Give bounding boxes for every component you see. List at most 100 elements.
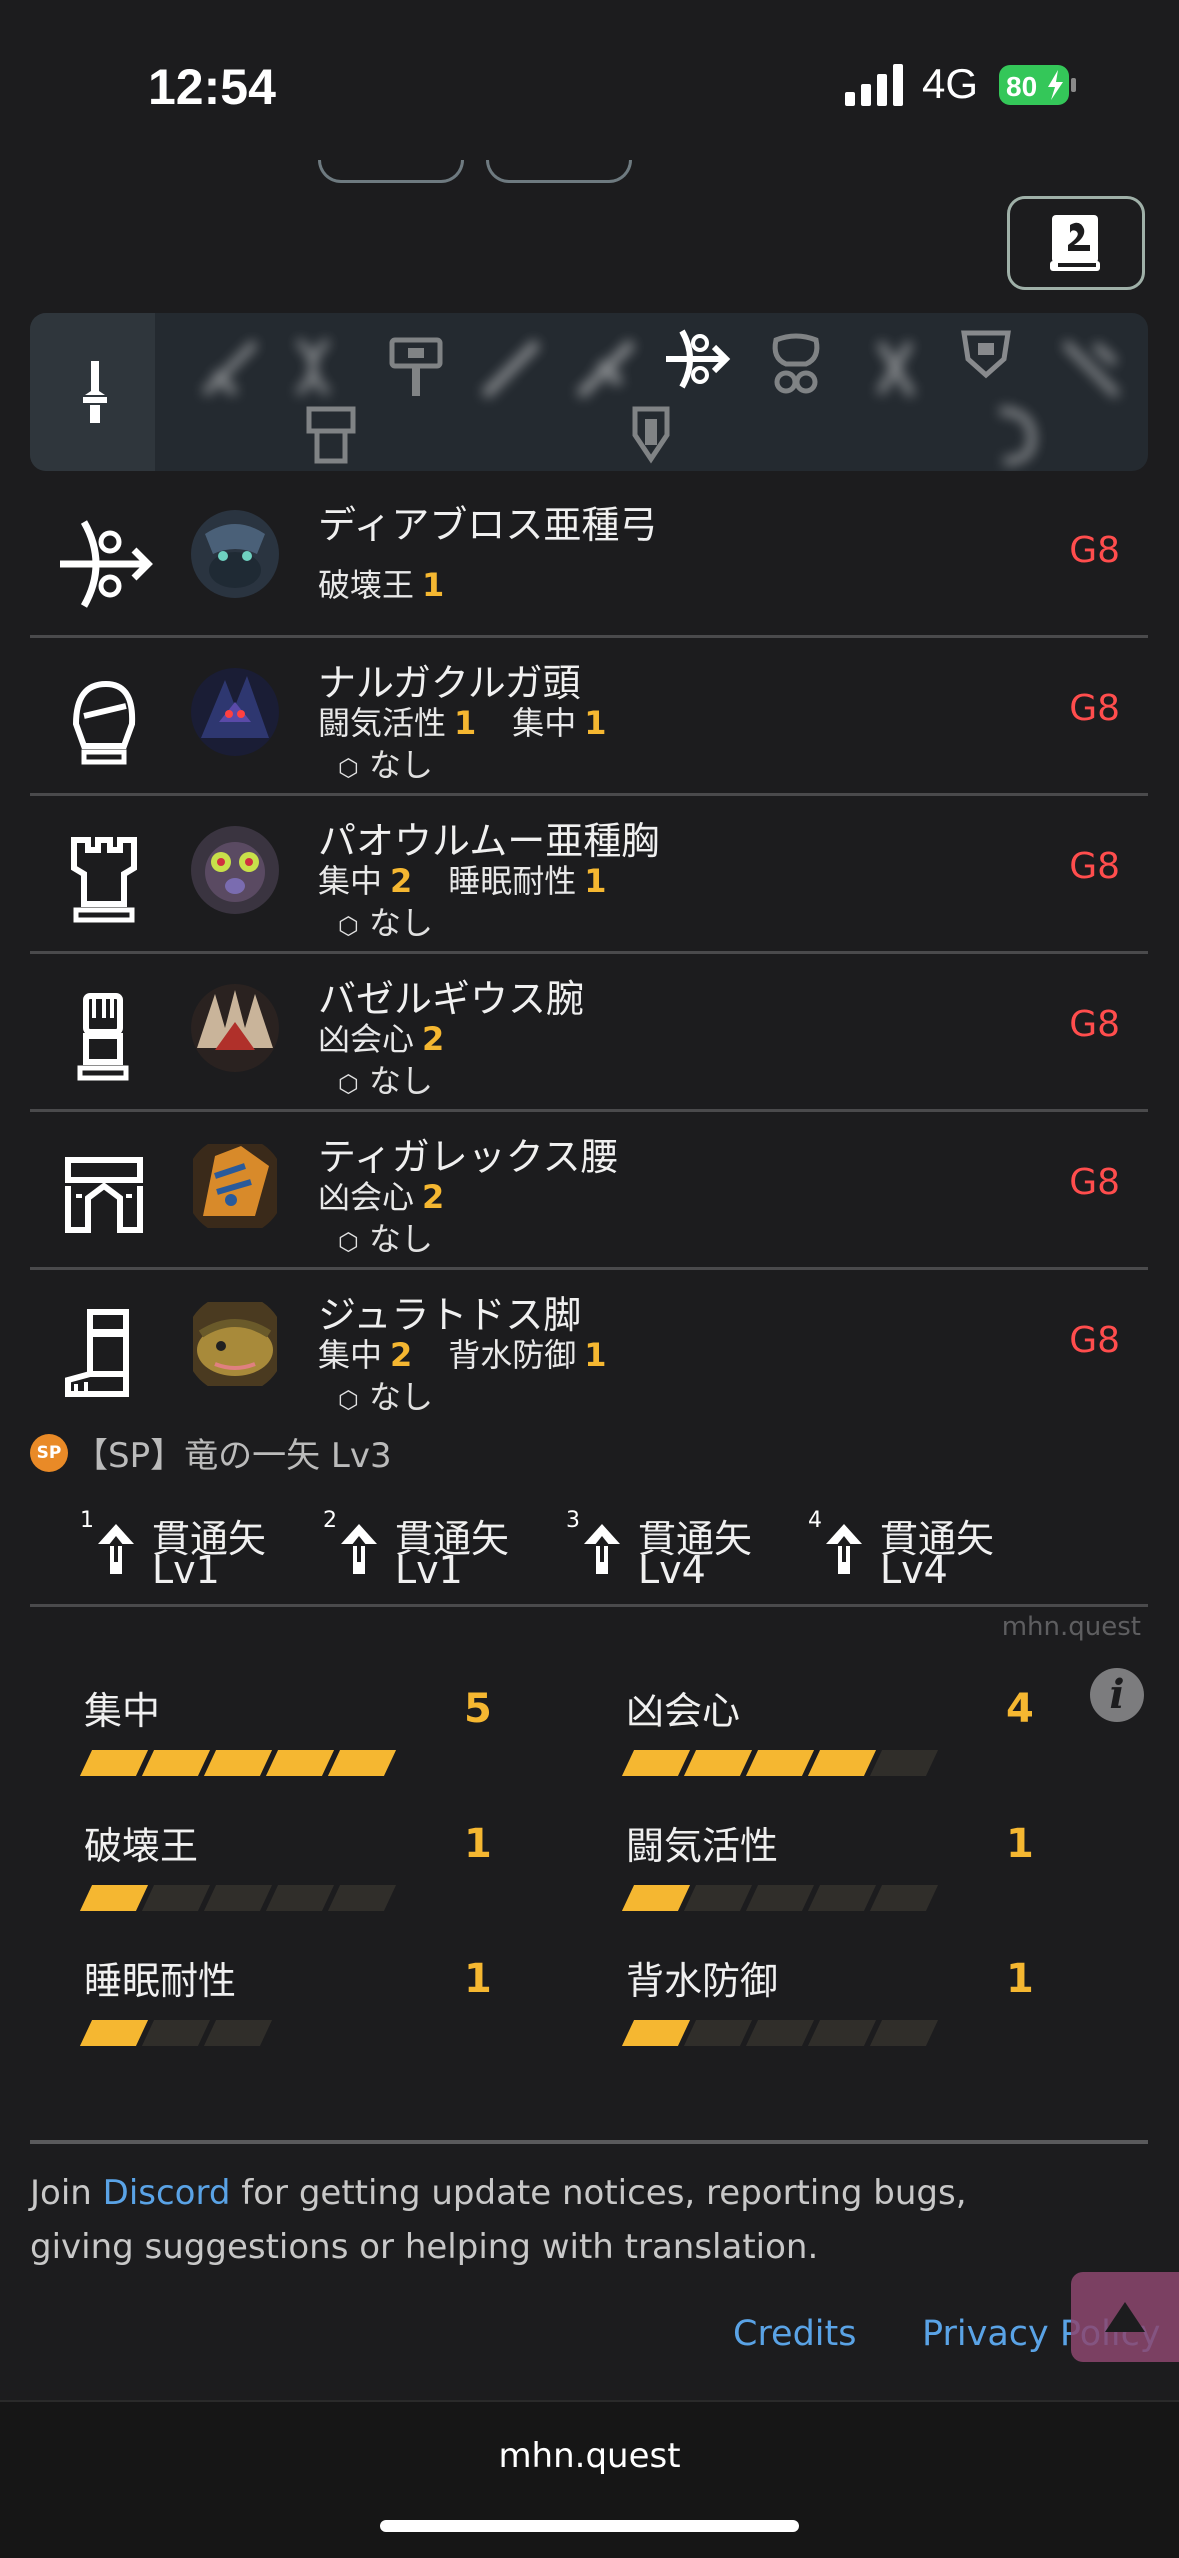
arrow-level: Lv4 — [638, 1548, 706, 1592]
greaves-icon — [65, 1309, 129, 1397]
skill-name: 集中 — [318, 862, 383, 900]
equipment-row-arms[interactable]: バゼルギウス腕 凶会心 2 ⬡ なし G8 — [30, 954, 1148, 1112]
arrow-level: Lv4 — [880, 1548, 948, 1592]
skill-value: 1 — [464, 1821, 492, 1867]
skill-name: 破壊王 — [84, 1824, 199, 1868]
arrow-level: Lv1 — [395, 1548, 463, 1592]
skill-name: 背水防御 — [626, 1959, 779, 2003]
partial-button[interactable] — [318, 160, 464, 183]
bow-icon — [60, 520, 153, 608]
grade-label: G8 — [1069, 846, 1120, 887]
weapon-filter-bar — [30, 313, 1148, 471]
info-icon[interactable]: i — [1090, 1668, 1144, 1722]
equipment-skills: 集中 2 背水防御 1 — [318, 1330, 643, 1376]
skill-level-segment — [683, 1885, 753, 1911]
skill-level-segment — [683, 2020, 753, 2046]
site-watermark: mhn.quest — [1001, 1612, 1141, 1642]
build-book-button[interactable] — [1007, 196, 1145, 290]
skill-level: 2 — [422, 1020, 445, 1058]
skill-value: 1 — [464, 1956, 492, 2002]
skill-level-segment — [621, 1750, 691, 1776]
filter-hunting-horn-icon[interactable] — [980, 399, 1052, 471]
skill-level-segment — [141, 1750, 211, 1776]
helmet-icon — [72, 680, 136, 765]
discord-link[interactable]: Discord — [103, 2173, 231, 2213]
home-indicator[interactable] — [380, 2520, 799, 2532]
skill-value: 1 — [1006, 1821, 1034, 1867]
filter-bow-icon[interactable] — [660, 323, 732, 395]
skill-level-segment — [203, 2020, 273, 2046]
skill-name: 背水防御 — [448, 1336, 577, 1374]
filter-great-sword[interactable] — [30, 313, 155, 471]
skill-level: 1 — [584, 1336, 607, 1374]
paolumu-subspecies-icon — [191, 826, 279, 914]
chest-armor-icon — [71, 837, 137, 923]
slot-hex-icon: ⬡ — [338, 1386, 359, 1414]
grade-label: G8 — [1069, 1162, 1120, 1203]
filter-long-sword-icon[interactable] — [195, 333, 267, 405]
decoration-slot: ⬡ なし — [338, 1378, 433, 1416]
arrow-level-1: 1 貫通矢 Lv1 — [80, 1508, 280, 1592]
filter-shield-icon[interactable] — [615, 399, 687, 471]
filter-insect-glaive-icon[interactable] — [1055, 333, 1127, 405]
skill-summary-item: 破壊王 1 — [79, 1815, 500, 1925]
skill-level-segment — [807, 1885, 877, 1911]
skill-name: 凶会心 — [318, 1020, 415, 1058]
filter-bowgun-icon[interactable] — [760, 328, 832, 400]
skill-level-segment — [141, 1885, 211, 1911]
slot-hex-icon: ⬡ — [338, 754, 359, 782]
credits-link[interactable]: Credits — [733, 2314, 857, 2354]
nargacuga-icon — [191, 668, 279, 756]
skill-level: 1 — [584, 704, 607, 742]
equipment-row-weapon[interactable]: ディアブロス亜種弓 破壊王 1 G8 — [30, 480, 1148, 638]
status-time: 12:54 — [148, 59, 276, 115]
skill-name: 集中 — [512, 704, 577, 742]
skill-value: 1 — [1006, 1956, 1034, 2002]
equipment-row-head[interactable]: ナルガクルガ頭 闘気活性 1 集中 1 ⬡ なし G8 — [30, 638, 1148, 796]
arrow-index: 4 — [808, 1508, 822, 1533]
skill-level-segment — [327, 1885, 397, 1911]
skill-name: 集中 — [84, 1689, 161, 1733]
jyuratodus-icon — [193, 1302, 277, 1386]
divider — [30, 1604, 1148, 1607]
scroll-to-top-button[interactable] — [1071, 2272, 1179, 2362]
slot-hex-icon: ⬡ — [338, 1070, 359, 1098]
bazelgeuse-icon — [191, 984, 279, 1072]
partial-button[interactable] — [486, 160, 632, 183]
skill-summary-item: 睡眠耐性 1 — [79, 1950, 500, 2060]
filter-gunlance-icon[interactable] — [570, 333, 642, 405]
skill-name: 凶会心 — [318, 1178, 415, 1216]
skill-level: 1 — [454, 704, 477, 742]
equipment-skills: 集中 2 睡眠耐性 1 — [318, 856, 643, 902]
filter-dual-blades-icon[interactable] — [278, 331, 350, 403]
equipment-name: ディアブロス亜種弓 — [318, 503, 658, 547]
equipment-skills: 凶会心 2 — [318, 1014, 480, 1060]
arrow-level-2: 2 貫通矢 Lv1 — [323, 1508, 523, 1592]
grade-label: G8 — [1069, 688, 1120, 729]
footer-divider — [30, 2140, 1148, 2144]
equipment-row-waist[interactable]: ティガレックス腰 凶会心 2 ⬡ なし G8 — [30, 1112, 1148, 1270]
filter-heavy-bowgun-icon[interactable] — [295, 399, 367, 471]
triangle-up-icon — [1105, 2302, 1145, 2332]
skill-level-segment — [745, 1750, 815, 1776]
equipment-skills: 闘気活性 1 集中 1 — [318, 698, 643, 744]
pierce-arrow-icon — [584, 1524, 620, 1574]
arrow-index: 2 — [323, 1508, 337, 1533]
skill-level-segment — [807, 1750, 877, 1776]
filter-switch-axe-icon[interactable] — [860, 333, 932, 405]
arrow-level-4: 4 貫通矢 Lv4 — [808, 1508, 1008, 1592]
equipment-row-legs[interactable]: ジュラトドス脚 集中 2 背水防御 1 ⬡ なし G8 — [30, 1270, 1148, 1425]
address-bar-url[interactable]: mhn.quest — [0, 2436, 1179, 2476]
battery-icon: 80 — [999, 65, 1076, 105]
skill-level: 2 — [390, 1336, 413, 1374]
filter-lance-icon[interactable] — [475, 333, 547, 405]
filter-charge-blade-icon[interactable] — [950, 325, 1022, 397]
browser-bottom-bar — [0, 2400, 1179, 2558]
equipment-row-chest[interactable]: パオウルムー亜種胸 集中 2 睡眠耐性 1 ⬡ なし G8 — [30, 796, 1148, 954]
sp-badge-icon: SP — [30, 1433, 68, 1472]
skill-level: 2 — [422, 1178, 445, 1216]
grade-label: G8 — [1069, 530, 1120, 571]
equipment-skills: 破壊王 1 — [318, 560, 480, 606]
filter-hammer-icon[interactable] — [380, 328, 452, 400]
pierce-arrow-icon — [341, 1524, 377, 1574]
